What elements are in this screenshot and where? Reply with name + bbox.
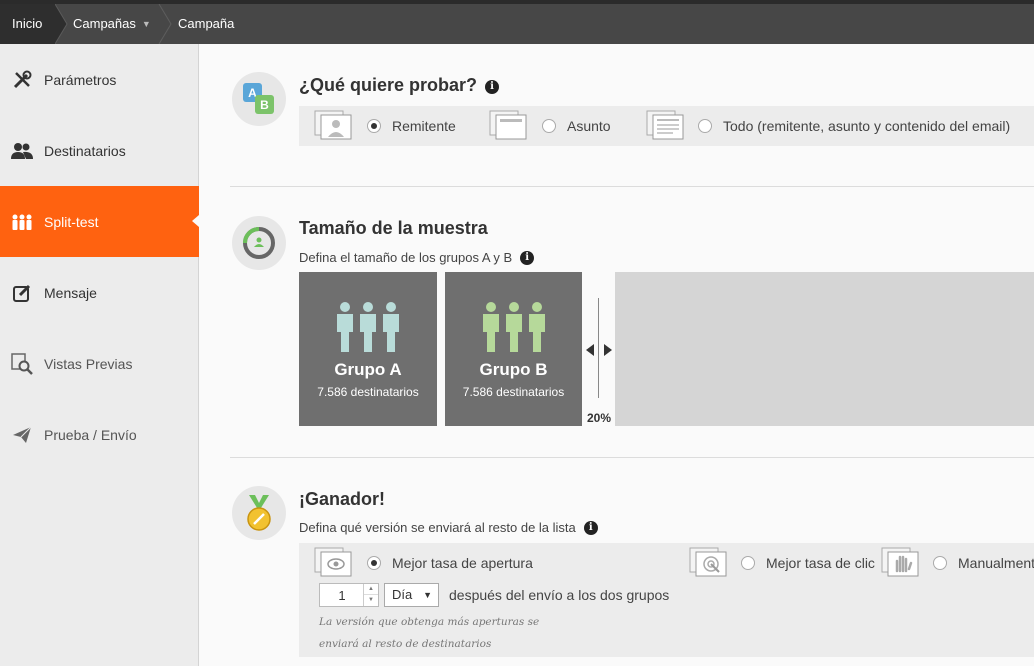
sidebar-item-label: Vistas Previas <box>44 355 133 372</box>
breadcrumb-home[interactable]: Inicio <box>0 4 55 44</box>
option-label: Mejor tasa de apertura <box>392 555 533 571</box>
sidebar-item-label: Prueba / Envío <box>44 426 137 443</box>
sidebar-item-vistas-previas[interactable]: Vistas Previas <box>0 328 198 399</box>
radio-remitente[interactable] <box>367 119 381 133</box>
option-asunto[interactable]: Asunto <box>542 118 611 134</box>
group-a-people-icon <box>337 302 399 352</box>
sidebar-item-label: Mensaje <box>44 284 97 301</box>
winner-section-title: ¡Ganador! <box>299 489 386 509</box>
option-label: Remitente <box>392 118 456 134</box>
breadcrumb: Inicio Campañas ▼ Campaña <box>0 0 1034 44</box>
option-label: Asunto <box>567 118 611 134</box>
resize-handle-icon[interactable] <box>585 343 613 357</box>
paper-plane-icon <box>11 424 33 446</box>
option-open-rate[interactable]: Mejor tasa de apertura <box>367 555 533 571</box>
breadcrumb-separator <box>55 4 68 44</box>
stepper-down-icon[interactable]: ▼ <box>364 595 378 606</box>
preview-search-icon <box>11 352 33 375</box>
chevron-down-icon: ▼ <box>141 19 151 29</box>
delay-description: después del envío a los dos grupos <box>449 587 670 603</box>
delay-stepper[interactable]: 1 ▲ ▼ <box>319 583 379 607</box>
option-label: Todo (remitente, asunto y contenido del … <box>723 118 1011 134</box>
group-a-name: Grupo A <box>334 360 402 379</box>
option-label: Mejor tasa de clic <box>766 555 875 571</box>
option-todo[interactable]: Todo (remitente, asunto y contenido del … <box>698 118 1010 134</box>
breadcrumb-campaigns-label: Campañas <box>73 16 136 31</box>
sample-section-title: Tamaño de la muestra <box>299 218 488 238</box>
info-icon[interactable]: i <box>520 251 535 265</box>
info-icon[interactable]: i <box>485 80 500 94</box>
info-icon[interactable]: i <box>583 521 598 535</box>
tools-icon <box>11 69 33 91</box>
winner-subtitle-text: Defina qué versión se enviará al resto d… <box>299 520 576 535</box>
stepper-buttons: ▲ ▼ <box>363 584 378 606</box>
sidebar-item-prueba-envio[interactable]: Prueba / Envío <box>0 399 198 470</box>
test-section-title: ¿Qué quiere probar? i <box>299 75 500 96</box>
option-label: Manualmente <box>958 555 1034 571</box>
option-remitente[interactable]: Remitente <box>367 118 456 134</box>
svg-text:B: B <box>260 98 269 112</box>
sample-size-icon <box>232 216 286 270</box>
winner-medal-icon <box>232 486 286 540</box>
winner-note-line-2: enviará al resto de destinatarios <box>319 638 492 650</box>
winner-note-line-1: La versión que obtenga más aperturas se <box>319 616 540 628</box>
sidebar-item-label: Parámetros <box>44 71 117 88</box>
sidebar-item-mensaje[interactable]: Mensaje <box>0 257 198 328</box>
users-icon <box>11 140 33 162</box>
sidebar-item-split-test[interactable]: Split-test <box>0 186 199 257</box>
group-a-card: Grupo A 7.586 destinatarios <box>299 272 437 426</box>
group-b-name: Grupo B <box>479 360 548 379</box>
sidebar-item-label: Destinatarios <box>44 142 126 159</box>
test-options-bar: Remitente Asunto Todo (remitente, asunto… <box>299 106 1034 146</box>
manual-hand-card-icon <box>881 547 919 577</box>
ab-test-icon: AB <box>232 72 286 126</box>
group-b-count: 7.586 destinatarios <box>462 385 565 399</box>
radio-asunto[interactable] <box>542 119 556 133</box>
click-rate-card-icon <box>689 547 727 577</box>
radio-todo[interactable] <box>698 119 712 133</box>
sample-percent: 20% <box>587 411 612 425</box>
sample-subtitle-text: Defina el tamaño de los grupos A y B <box>299 250 513 265</box>
subject-card-icon <box>489 110 527 140</box>
winner-section-subtitle: Defina qué versión se enviará al resto d… <box>299 520 598 535</box>
section-divider <box>230 186 1034 187</box>
section-divider <box>230 457 1034 458</box>
rest-of-list-block <box>615 272 1034 426</box>
test-section-title-text: ¿Qué quiere probar? <box>299 75 478 95</box>
sender-card-icon <box>314 110 352 140</box>
split-test-icon <box>11 211 33 233</box>
delay-value[interactable]: 1 <box>320 588 364 603</box>
group-a-count: 7.586 destinatarios <box>317 385 419 399</box>
radio-click-rate[interactable] <box>741 556 755 570</box>
option-click-rate[interactable]: Mejor tasa de clic <box>741 555 875 571</box>
radio-manual[interactable] <box>933 556 947 570</box>
group-b-people-icon <box>483 302 545 352</box>
content-card-icon <box>646 110 684 140</box>
sidebar-item-label: Split-test <box>44 213 99 230</box>
unit-select-value: Día <box>392 587 413 602</box>
sidebar: Parámetros Destinatarios Split-test Mens… <box>0 44 199 666</box>
breadcrumb-separator <box>158 4 172 44</box>
open-rate-card-icon <box>314 547 352 577</box>
chevron-down-icon: ▼ <box>423 590 432 600</box>
group-b-card: Grupo B 7.586 destinatarios <box>445 272 582 426</box>
option-manual[interactable]: Manualmente <box>933 555 1034 571</box>
breadcrumb-campaigns[interactable]: Campañas ▼ <box>73 4 151 44</box>
radio-open-rate[interactable] <box>367 556 381 570</box>
stepper-up-icon[interactable]: ▲ <box>364 584 378 595</box>
sidebar-item-parametros[interactable]: Parámetros <box>0 44 198 115</box>
main-content: AB ¿Qué quiere probar? i Remitente Asunto… <box>200 44 1034 666</box>
sidebar-item-destinatarios[interactable]: Destinatarios <box>0 115 198 186</box>
sample-section-subtitle: Defina el tamaño de los grupos A y B i <box>299 250 535 265</box>
unit-select[interactable]: Día ▼ <box>384 583 439 607</box>
breadcrumb-campaign[interactable]: Campaña <box>178 4 234 44</box>
edit-icon <box>11 282 33 304</box>
